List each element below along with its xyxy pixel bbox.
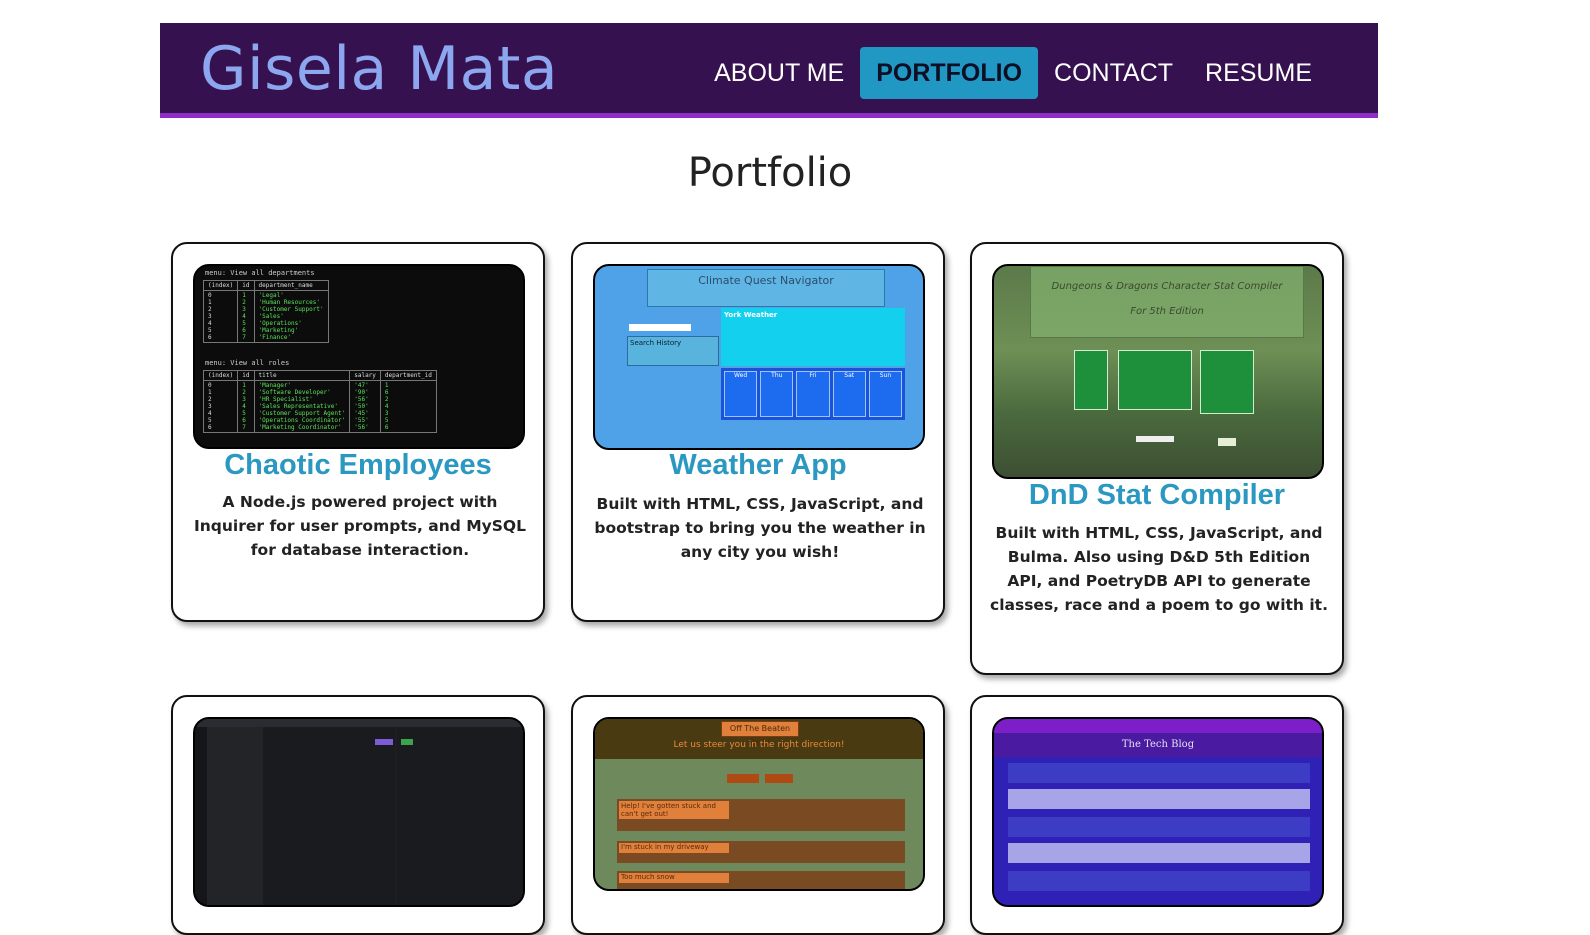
terminal-table: (index) id title salary department_id 012345… xyxy=(202,370,437,433)
app-title: The Tech Blog xyxy=(994,733,1322,757)
project-screenshot[interactable]: Off The Beaten Path! Let us steer you in… xyxy=(593,717,925,891)
search-history-box: Search History xyxy=(627,336,719,366)
project-screenshot[interactable]: The Tech Blog xyxy=(992,717,1324,907)
forecast-day: Fri xyxy=(796,371,830,417)
project-screenshot[interactable] xyxy=(193,717,525,907)
project-card-chaotic-employees: menu: View all departments (index) id depa… xyxy=(171,242,545,622)
nav-resume[interactable]: RESUME xyxy=(1189,47,1328,99)
nav-portfolio[interactable]: PORTFOLIO xyxy=(860,47,1039,99)
terminal-line: menu: View all roles xyxy=(205,359,290,367)
app-tagline: Let us steer you in the right direction! xyxy=(673,740,845,750)
terminal-line: menu: View all departments xyxy=(205,269,315,277)
project-screenshot[interactable]: Climate Quest Navigator Search History Y… xyxy=(593,264,925,450)
terminal-table: (index) id department_name 0 1 2 3 4 5 6 1 2 3 4 5 6 7 '… xyxy=(202,280,329,343)
post-title: Too much snow xyxy=(619,873,729,883)
history-label: Search History xyxy=(630,339,682,347)
current-weather: York Weather xyxy=(721,308,905,366)
nav-button xyxy=(727,774,759,783)
site-header: Gisela Mata ABOUT ME PORTFOLIO CONTACT R… xyxy=(160,23,1378,118)
send-button xyxy=(375,739,393,745)
project-screenshot[interactable]: menu: View all departments (index) id depa… xyxy=(193,264,525,449)
search-input xyxy=(629,324,691,331)
editor-left xyxy=(263,727,395,905)
project-card-dnd-stat-compiler: Dungeons & Dragons Character Stat Compil… xyxy=(970,242,1344,675)
stat-panel xyxy=(1074,350,1108,410)
forecast-day: Sat xyxy=(832,371,866,417)
app-title: Dungeons & Dragons Character Stat Compil… xyxy=(1051,281,1283,292)
post-header xyxy=(1008,763,1310,783)
post-header xyxy=(1008,871,1310,891)
app-nav xyxy=(994,719,1322,733)
editor-right xyxy=(397,727,523,905)
app-subtitle: For 5th Edition xyxy=(1130,306,1204,317)
nav-contact[interactable]: CONTACT xyxy=(1038,47,1189,99)
post-body xyxy=(1008,789,1310,809)
project-card xyxy=(171,695,545,935)
save-button xyxy=(1218,438,1236,446)
stat-panel xyxy=(1200,350,1254,414)
activity-bar xyxy=(195,727,207,905)
nav-button xyxy=(765,774,793,783)
project-card-weather-app: Climate Quest Navigator Search History Y… xyxy=(571,242,945,622)
app-title: Off The Beaten Path! xyxy=(721,721,799,747)
post-header xyxy=(1008,817,1310,837)
name-input xyxy=(1136,436,1174,442)
project-description: Built with HTML, CSS, JavaScript, and Bu… xyxy=(990,524,1328,614)
project-title[interactable]: Chaotic Employees xyxy=(173,449,543,482)
post-title: Help! I've gotten stuck and can't get ou… xyxy=(619,801,729,819)
forecast-row: Wed Thu Fri Sat Sun xyxy=(721,368,905,420)
project-description: A Node.js powered project with Inquirer … xyxy=(194,493,526,559)
window-titlebar xyxy=(195,719,523,727)
post-title: I'm stuck in my driveway xyxy=(619,843,729,853)
forecast-day: Thu xyxy=(760,371,794,417)
main-nav: ABOUT ME PORTFOLIO CONTACT RESUME xyxy=(698,47,1328,99)
nav-about-me[interactable]: ABOUT ME xyxy=(698,47,860,99)
project-title[interactable]: DnD Stat Compiler xyxy=(972,479,1342,512)
project-card: Off The Beaten Path! Let us steer you in… xyxy=(571,695,945,935)
project-description: Built with HTML, CSS, JavaScript, and bo… xyxy=(594,495,926,561)
forecast-day: Sun xyxy=(868,371,903,417)
project-title[interactable]: Weather App xyxy=(573,449,943,482)
app-header: Climate Quest Navigator xyxy=(647,269,885,307)
sidebar-panel xyxy=(207,727,263,905)
city-heading: York Weather xyxy=(724,311,778,319)
stat-panel xyxy=(1118,350,1192,410)
app-header: Dungeons & Dragons Character Stat Compil… xyxy=(1030,266,1304,338)
post-body xyxy=(1008,843,1310,863)
forecast-day: Wed xyxy=(724,371,758,417)
site-brand[interactable]: Gisela Mata xyxy=(200,31,558,107)
project-card: The Tech Blog xyxy=(970,695,1344,935)
project-screenshot[interactable]: Dungeons & Dragons Character Stat Compil… xyxy=(992,264,1324,479)
status-badge xyxy=(401,739,413,745)
page-title: Portfolio xyxy=(687,150,853,196)
